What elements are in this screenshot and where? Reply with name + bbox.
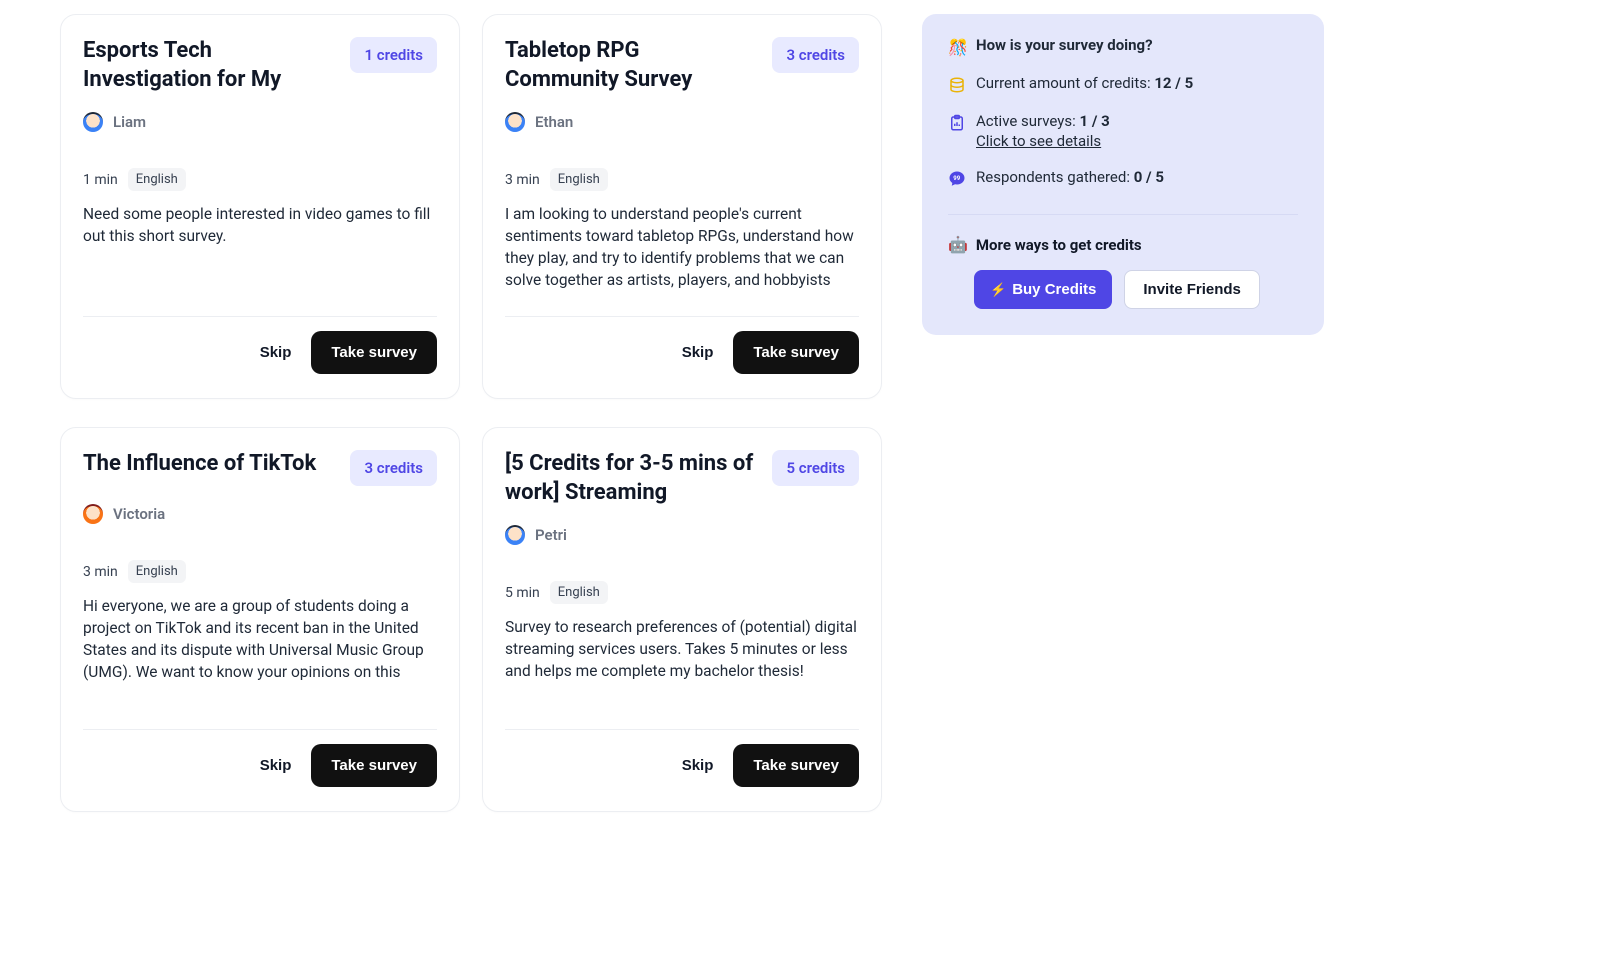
author-name: Victoria <box>113 505 165 523</box>
duration-label: 3 min <box>83 564 118 580</box>
duration-label: 3 min <box>505 172 540 188</box>
survey-title: The Influence of TikTok <box>83 450 316 479</box>
skip-button[interactable]: Skip <box>682 757 714 774</box>
active-surveys-value: 1 / 3 <box>1079 112 1109 130</box>
author-name: Petri <box>535 526 567 544</box>
bolt-icon <box>990 281 1006 298</box>
skip-button[interactable]: Skip <box>682 344 714 361</box>
survey-description: Survey to research preferences of (poten… <box>505 616 859 711</box>
respondents-value: 0 / 5 <box>1134 168 1164 186</box>
credits-badge: 1 credits <box>350 37 437 73</box>
avatar <box>83 112 103 132</box>
author-name: Liam <box>113 113 146 131</box>
avatar <box>505 525 525 545</box>
active-surveys-label: Active surveys: <box>976 112 1079 130</box>
sidebar-title: How is your survey doing? <box>976 36 1153 54</box>
language-badge: English <box>128 560 186 583</box>
survey-title: Esports Tech Investigation for My <box>83 37 336 94</box>
survey-card: The Influence of TikTok 3 credits Victor… <box>60 427 460 812</box>
credits-label: Current amount of credits: <box>976 74 1154 92</box>
status-sidebar: 🎊 How is your survey doing? Current amou… <box>922 14 1324 335</box>
take-survey-button[interactable]: Take survey <box>311 331 437 374</box>
duration-label: 1 min <box>83 172 118 188</box>
author-name: Ethan <box>535 113 573 131</box>
take-survey-button[interactable]: Take survey <box>733 744 859 787</box>
language-badge: English <box>550 581 608 604</box>
credits-badge: 3 credits <box>772 37 859 73</box>
survey-card: [5 Credits for 3-5 mins of work] Streami… <box>482 427 882 812</box>
survey-card: Esports Tech Investigation for My 1 cred… <box>60 14 460 399</box>
buy-credits-button[interactable]: Buy Credits <box>974 270 1112 309</box>
duration-label: 5 min <box>505 585 540 601</box>
survey-title: Tabletop RPG Community Survey <box>505 37 758 94</box>
skip-button[interactable]: Skip <box>260 344 292 361</box>
coins-icon <box>948 76 966 94</box>
robot-icon: 🤖 <box>948 235 968 254</box>
survey-description: Hi everyone, we are a group of students … <box>83 595 437 711</box>
survey-card: Tabletop RPG Community Survey 3 credits … <box>482 14 882 399</box>
survey-title: [5 Credits for 3-5 mins of work] Streami… <box>505 450 758 507</box>
see-details-link[interactable]: Click to see details <box>976 132 1110 150</box>
survey-description: Need some people interested in video gam… <box>83 203 437 298</box>
survey-grid: Esports Tech Investigation for My 1 cred… <box>60 14 882 812</box>
buy-credits-label: Buy Credits <box>1012 281 1096 298</box>
speech-bubble-icon: 99 <box>948 170 966 188</box>
credits-badge: 5 credits <box>772 450 859 486</box>
svg-text:99: 99 <box>953 175 960 182</box>
more-ways-title: More ways to get credits <box>976 236 1142 254</box>
avatar <box>505 112 525 132</box>
party-icon: 🎊 <box>948 38 966 56</box>
skip-button[interactable]: Skip <box>260 757 292 774</box>
take-survey-button[interactable]: Take survey <box>311 744 437 787</box>
credits-badge: 3 credits <box>350 450 437 486</box>
respondents-label: Respondents gathered: <box>976 168 1134 186</box>
credits-value: 12 / 5 <box>1154 74 1193 92</box>
language-badge: English <box>128 168 186 191</box>
avatar <box>83 504 103 524</box>
language-badge: English <box>550 168 608 191</box>
take-survey-button[interactable]: Take survey <box>733 331 859 374</box>
clipboard-chart-icon <box>948 114 966 132</box>
invite-friends-button[interactable]: Invite Friends <box>1124 270 1260 309</box>
survey-description: I am looking to understand people's curr… <box>505 203 859 298</box>
